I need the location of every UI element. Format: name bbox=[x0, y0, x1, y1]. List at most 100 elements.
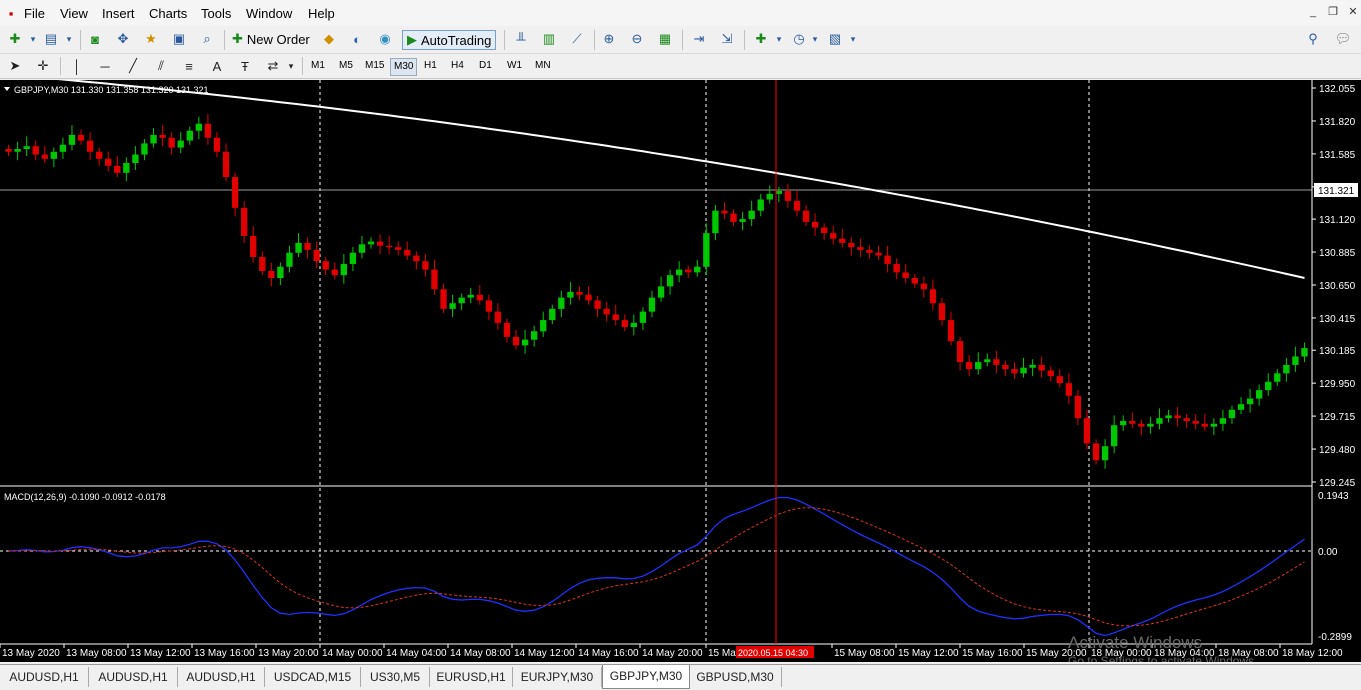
bull-candle bbox=[1147, 423, 1154, 427]
tab-audusd-h1[interactable]: AUDUSD,H1 bbox=[178, 667, 265, 687]
text-icon[interactable]: A bbox=[208, 57, 226, 75]
tab-audusd-h1[interactable]: AUDUSD,H1 bbox=[89, 667, 178, 687]
tab-eurusd-h1[interactable]: EURUSD,H1 bbox=[430, 667, 513, 687]
menu-insert[interactable]: Insert bbox=[102, 6, 135, 21]
search-icon[interactable]: ⚲ bbox=[1304, 30, 1322, 48]
tab-eurjpy-m30[interactable]: EURJPY,M30 bbox=[513, 667, 602, 687]
close-icon[interactable]: ✕ bbox=[1345, 4, 1361, 20]
menu-view[interactable]: View bbox=[60, 6, 88, 21]
bull-candle bbox=[195, 123, 203, 131]
timeframe-m30[interactable]: M30 bbox=[390, 58, 418, 76]
timeframe-m15[interactable]: M15 bbox=[362, 58, 387, 74]
signals-icon[interactable]: ◐ bbox=[348, 30, 366, 48]
dropdown-arrow-icon[interactable]: ▾ bbox=[282, 57, 300, 75]
trendline-icon[interactable]: ╱ bbox=[124, 57, 142, 75]
menu-charts[interactable]: Charts bbox=[149, 6, 187, 21]
bar-chart-icon[interactable]: ╨ bbox=[512, 30, 530, 48]
line-chart-icon[interactable]: ⟋ bbox=[568, 30, 586, 48]
timeframe-mn[interactable]: MN bbox=[532, 58, 554, 74]
autotrading-button[interactable]: ▶ AutoTrading bbox=[402, 30, 497, 50]
menu-tools[interactable]: Tools bbox=[201, 6, 231, 21]
zoom-out-icon[interactable]: ⊖ bbox=[628, 30, 646, 48]
candlestick-chart-icon[interactable]: ▥ bbox=[540, 30, 558, 48]
toolbar-separator bbox=[224, 30, 225, 50]
time-tick-label: 14 May 20:00 bbox=[642, 648, 703, 659]
indicators-icon[interactable]: ✚ bbox=[752, 30, 770, 48]
bull-candle bbox=[150, 134, 157, 144]
bull-candle bbox=[1246, 398, 1254, 405]
time-tick-label: 18 May 12:00 bbox=[1282, 648, 1343, 659]
market-watch-icon[interactable]: ◙ bbox=[86, 30, 104, 48]
bear-candle bbox=[1065, 383, 1073, 396]
autoscroll-icon[interactable]: ⇲ bbox=[718, 30, 736, 48]
timeframe-h4[interactable]: H4 bbox=[448, 58, 467, 74]
bear-candle bbox=[1083, 418, 1091, 444]
bear-candle bbox=[947, 320, 955, 342]
timeframe-d1[interactable]: D1 bbox=[476, 58, 495, 74]
time-tick-label: 13 May 12:00 bbox=[130, 648, 191, 659]
bear-candle bbox=[105, 158, 112, 166]
bull-candle bbox=[984, 359, 991, 363]
fibonacci-icon[interactable]: ≡ bbox=[180, 57, 198, 75]
toolbar-separator bbox=[594, 30, 595, 50]
autotrading-label: AutoTrading bbox=[421, 32, 492, 48]
bear-candle bbox=[802, 210, 810, 222]
timeframe-m5[interactable]: M5 bbox=[336, 58, 356, 74]
dropdown-arrow-icon[interactable]: ▾ bbox=[806, 30, 824, 48]
bull-candle bbox=[68, 134, 76, 145]
new-chart-icon[interactable]: ✚ bbox=[6, 30, 24, 48]
bull-candle bbox=[349, 252, 357, 264]
text-label-icon[interactable]: Ŧ bbox=[236, 57, 254, 75]
chart-shift-icon[interactable]: ⇥ bbox=[690, 30, 708, 48]
cursor-icon[interactable]: ➤ bbox=[6, 57, 24, 75]
terminal-icon[interactable]: ▣ bbox=[170, 30, 188, 48]
new-order-button[interactable]: ✚ New Order bbox=[232, 30, 310, 48]
crosshair-icon[interactable]: ✛ bbox=[34, 57, 52, 75]
toolbar-separator bbox=[504, 30, 505, 50]
tile-windows-icon[interactable]: ▦ bbox=[656, 30, 674, 48]
timeframe-m1[interactable]: M1 bbox=[308, 58, 328, 74]
tab-gbpusd-m30[interactable]: GBPUSD,M30 bbox=[689, 667, 782, 687]
chart-window[interactable]: 132.055131.820131.585131.350131.120130.8… bbox=[0, 73, 1361, 668]
tab-us30-m5[interactable]: US30,M5 bbox=[361, 667, 430, 687]
strategy-tester-icon[interactable]: ⌕ bbox=[198, 30, 216, 48]
menu-window[interactable]: Window bbox=[246, 6, 292, 21]
bear-candle bbox=[503, 322, 511, 337]
chat-icon[interactable]: 💬︎ bbox=[1334, 30, 1352, 48]
vertical-line-icon[interactable]: │ bbox=[68, 57, 86, 75]
bear-candle bbox=[830, 233, 837, 239]
dropdown-arrow-icon[interactable]: ▾ bbox=[24, 30, 42, 48]
bear-candle bbox=[159, 134, 166, 138]
arrows-icon[interactable]: ⇄ bbox=[264, 57, 282, 75]
metaeditor-icon[interactable]: ◆ bbox=[320, 30, 338, 48]
timeframe-w1[interactable]: W1 bbox=[504, 58, 525, 74]
current-price-label: 131.321 bbox=[1318, 186, 1355, 197]
timeframe-h1[interactable]: H1 bbox=[421, 58, 440, 74]
templates-icon[interactable]: ▧ bbox=[826, 30, 844, 48]
menu-help[interactable]: Help bbox=[308, 6, 335, 21]
horizontal-line-icon[interactable]: ─ bbox=[96, 57, 114, 75]
bear-candle bbox=[213, 137, 221, 152]
tab-usdcad-m15[interactable]: USDCAD,M15 bbox=[265, 667, 361, 687]
minimize-icon[interactable]: _ bbox=[1305, 4, 1321, 20]
zoom-in-icon[interactable]: ⊕ bbox=[600, 30, 618, 48]
navigator-icon[interactable]: ★ bbox=[142, 30, 160, 48]
crosshair-navigator-icon[interactable]: ✥ bbox=[114, 30, 132, 48]
restore-icon[interactable]: ❐ bbox=[1325, 4, 1341, 20]
menu-file[interactable]: File bbox=[24, 6, 45, 21]
menu-bar: ▪ File View Insert Charts Tools Window H… bbox=[0, 0, 1361, 26]
price-chart[interactable]: 132.055131.820131.585131.350131.120130.8… bbox=[0, 73, 1361, 668]
profiles-icon[interactable]: ▤ bbox=[42, 30, 60, 48]
dropdown-arrow-icon[interactable]: ▾ bbox=[770, 30, 788, 48]
tab-gbpjpy-m30[interactable]: GBPJPY,M30 bbox=[602, 665, 690, 689]
market-icon[interactable]: ◉ bbox=[376, 30, 394, 48]
chart-tabs: AUDUSD,H1 AUDUSD,H1 AUDUSD,H1 USDCAD,M15… bbox=[0, 664, 1361, 690]
equidistant-channel-icon[interactable]: ⫽ bbox=[152, 57, 170, 75]
dropdown-arrow-icon[interactable]: ▾ bbox=[60, 30, 78, 48]
tab-audusd-h1[interactable]: AUDUSD,H1 bbox=[0, 667, 89, 687]
dropdown-arrow-icon[interactable]: ▾ bbox=[844, 30, 862, 48]
bear-candle bbox=[1056, 376, 1063, 384]
bull-candle bbox=[1020, 367, 1027, 374]
toolbar-separator bbox=[302, 57, 303, 75]
bear-candle bbox=[956, 341, 964, 363]
